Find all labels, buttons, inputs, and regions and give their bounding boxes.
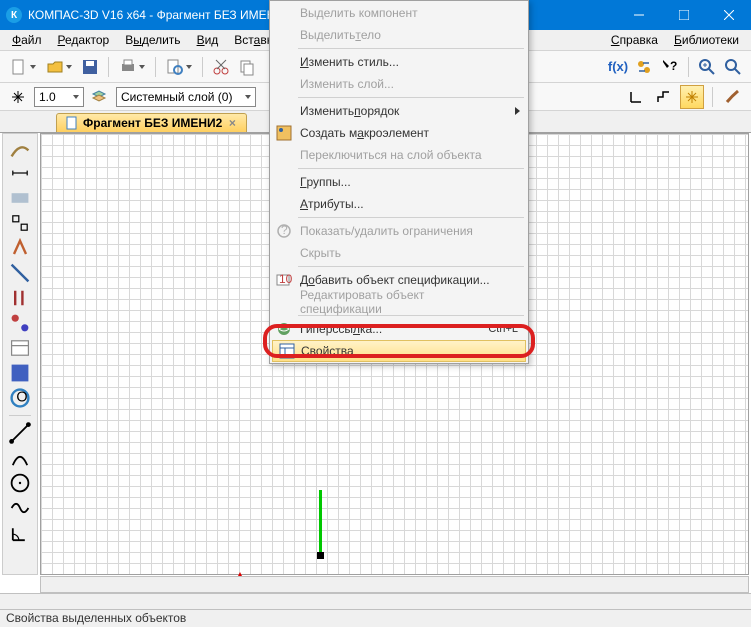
tool-arc[interactable]	[8, 446, 32, 470]
drawn-line	[319, 490, 322, 554]
tab-label: Фрагмент БЕЗ ИМЕНИ2	[83, 116, 222, 130]
document-tab[interactable]: Фрагмент БЕЗ ИМЕНИ2 ×	[56, 113, 247, 132]
app-icon: К	[6, 7, 22, 23]
tool-8[interactable]	[8, 311, 32, 335]
print-button[interactable]	[115, 55, 149, 79]
preview-button[interactable]	[162, 55, 196, 79]
ctx-select-component: Выделить компонент	[270, 2, 528, 24]
linewidth-value: 1.0	[39, 90, 56, 104]
linewidth-select[interactable]: 1.0	[34, 87, 84, 107]
tool-line[interactable]	[8, 421, 32, 445]
step-button[interactable]	[652, 85, 676, 109]
ctx-hide: Скрыть	[270, 242, 528, 264]
ctx-change-order[interactable]: Изменить порядок	[270, 100, 528, 122]
zoom-button[interactable]	[721, 55, 745, 79]
status-text: Свойства выделенных объектов	[6, 611, 186, 625]
hyperlink-icon	[276, 321, 292, 337]
maximize-button[interactable]	[661, 0, 706, 30]
panel-gap	[0, 593, 751, 609]
star-snap-button[interactable]	[680, 85, 704, 109]
menu-edit[interactable]: Редактор	[50, 31, 118, 49]
snap-button[interactable]	[6, 85, 30, 109]
ctx-groups[interactable]: Группы...	[270, 171, 528, 193]
ctx-change-style[interactable]: Изменить стиль...	[270, 51, 528, 73]
layer-select[interactable]: Системный слой (0)	[116, 87, 256, 107]
ctx-edit-spec: Редактировать объект спецификации	[270, 291, 528, 313]
ctx-attributes[interactable]: Атрибуты...	[270, 193, 528, 215]
tool-1[interactable]	[8, 136, 32, 160]
tool-4[interactable]	[8, 211, 32, 235]
tool-2[interactable]	[8, 161, 32, 185]
svg-text:О: О	[16, 390, 27, 406]
fx-button[interactable]: f(x)	[606, 55, 630, 79]
open-button[interactable]	[42, 55, 76, 79]
spec-add-icon: 10	[276, 272, 292, 288]
ortho-button[interactable]	[624, 85, 648, 109]
menu-file[interactable]: Файл	[4, 31, 50, 49]
tool-7[interactable]	[8, 286, 32, 310]
ctx-hyperlink[interactable]: Гиперссылка...Ctrl+L	[270, 318, 528, 340]
svg-text:?: ?	[670, 59, 677, 73]
svg-text:10: 10	[279, 272, 292, 286]
tool-polyline[interactable]	[8, 496, 32, 520]
save-button[interactable]	[78, 55, 102, 79]
tool-5[interactable]	[8, 236, 32, 260]
context-menu: Выделить компонент Выделить тело Изменит…	[269, 0, 529, 364]
help-arrow-button[interactable]: ?	[658, 55, 682, 79]
hyperlink-shortcut: Ctrl+L	[488, 323, 518, 335]
menu-help[interactable]: Справка	[603, 31, 666, 49]
tool-3[interactable]	[8, 186, 32, 210]
selection-handle[interactable]	[317, 552, 324, 559]
ctx-create-macro[interactable]: Создать макроэлемент	[270, 122, 528, 144]
ctx-switch-layer: Переключиться на слой объекта	[270, 144, 528, 166]
copy-button[interactable]	[235, 55, 259, 79]
properties-icon	[279, 343, 295, 359]
tool-10[interactable]	[8, 361, 32, 385]
ctx-constraints: ?Показать/удалить ограничения	[270, 220, 528, 242]
ctx-change-layer: Изменить слой...	[270, 73, 528, 95]
tool-6[interactable]	[8, 261, 32, 285]
zoom-in-button[interactable]	[695, 55, 719, 79]
status-bar: Свойства выделенных объектов	[0, 609, 751, 627]
constraints-icon: ?	[276, 223, 292, 239]
sync-button[interactable]	[632, 55, 656, 79]
cut-button[interactable]	[209, 55, 233, 79]
macro-icon	[276, 125, 292, 141]
horizontal-scrollbar[interactable]	[40, 576, 749, 593]
close-button[interactable]	[706, 0, 751, 30]
layer-value: Системный слой (0)	[121, 90, 232, 104]
menu-select[interactable]: Выделить	[117, 31, 188, 49]
layer-visibility-button[interactable]	[88, 85, 112, 109]
tool-11[interactable]: О	[8, 386, 32, 410]
ctx-select-body: Выделить тело	[270, 24, 528, 46]
ctx-properties[interactable]: Свойства	[272, 340, 526, 362]
menu-libs[interactable]: Библиотеки	[666, 31, 747, 49]
tab-close-icon[interactable]: ×	[226, 117, 238, 129]
new-button[interactable]	[6, 55, 40, 79]
tool-sidebar: О	[2, 133, 38, 575]
brush-button[interactable]	[721, 85, 745, 109]
menu-view[interactable]: Вид	[189, 31, 227, 49]
document-icon	[65, 116, 79, 130]
tool-angle[interactable]	[8, 521, 32, 545]
tool-9[interactable]	[8, 336, 32, 360]
minimize-button[interactable]	[616, 0, 661, 30]
tool-circle[interactable]	[8, 471, 32, 495]
svg-text:?: ?	[281, 223, 288, 237]
